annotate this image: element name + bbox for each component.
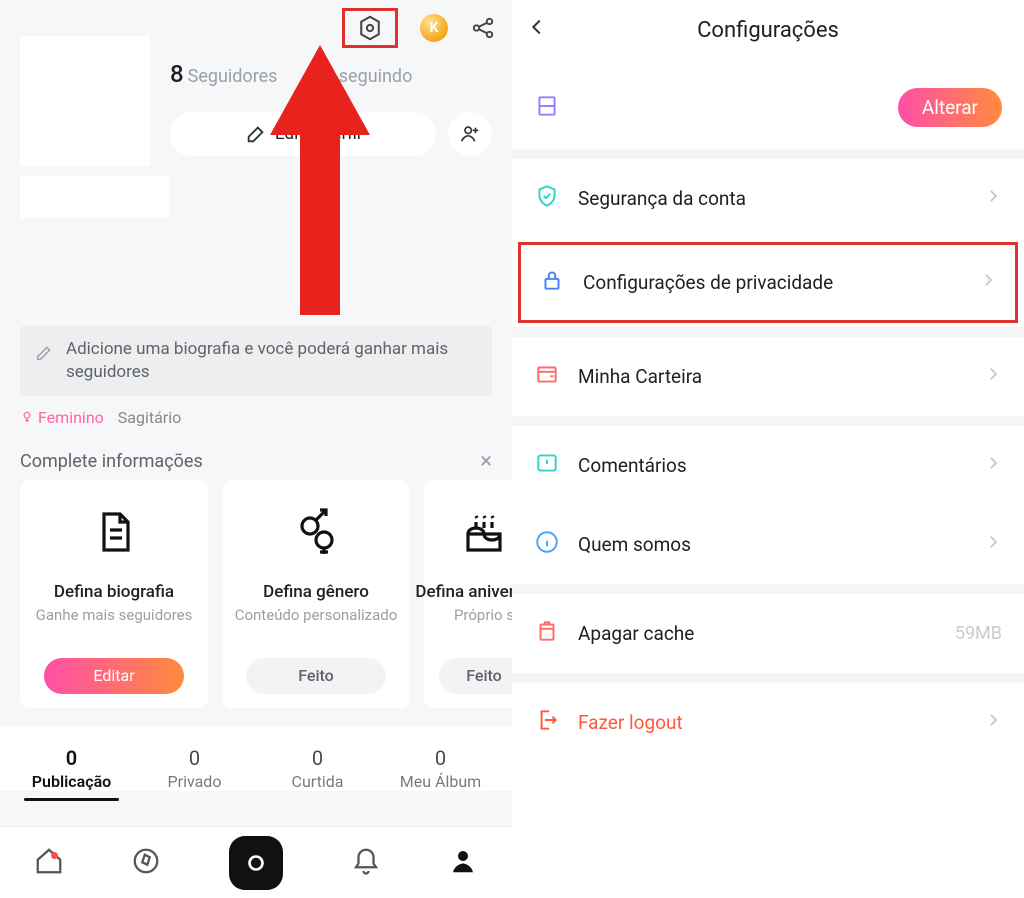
gender-icon — [292, 502, 340, 562]
chevron-right-icon — [984, 187, 1002, 210]
username — [20, 176, 170, 218]
chevron-right-icon — [984, 711, 1002, 734]
comments-icon — [534, 450, 560, 481]
nav-home-icon[interactable] — [34, 846, 64, 880]
lock-icon — [539, 267, 565, 298]
settings-item-logout[interactable]: Fazer logout — [512, 673, 1024, 762]
tab-album[interactable]: 0Meu Álbum — [379, 746, 502, 791]
card-bio: Defina biografia Ganhe mais seguidores E… — [20, 480, 208, 708]
following-stat[interactable]: 10seguindo — [307, 60, 412, 88]
coin-icon[interactable]: K — [420, 14, 448, 42]
shield-icon — [534, 183, 560, 214]
nav-camera-button[interactable] — [229, 836, 283, 890]
complete-info-title: Complete informações — [20, 451, 203, 472]
settings-item-privacy[interactable]: Configurações de privacidade — [521, 245, 1015, 320]
settings-title: Configurações — [697, 18, 839, 43]
settings-item-cache[interactable]: Apagar cache 59MB — [512, 584, 1024, 673]
share-icon[interactable] — [470, 15, 496, 41]
chevron-right-icon — [984, 533, 1002, 556]
bio-hint[interactable]: Adicione uma biografia e você poderá gan… — [20, 326, 492, 396]
logout-icon — [534, 707, 560, 738]
document-icon — [90, 502, 138, 562]
card-birthday-button[interactable]: Feito — [439, 658, 512, 694]
chevron-right-icon — [984, 365, 1002, 388]
settings-item-about[interactable]: Quem somos — [512, 505, 1024, 584]
cake-icon — [460, 502, 508, 562]
settings-highlight-box — [342, 8, 398, 48]
card-gender-button[interactable]: Feito — [246, 658, 386, 694]
settings-item-comments[interactable]: Comentários — [512, 416, 1024, 505]
settings-gear-icon[interactable] — [355, 13, 385, 43]
settings-item-security[interactable]: Segurança da conta — [512, 149, 1024, 238]
followers-stat[interactable]: 8Seguidores — [170, 60, 277, 88]
account-icon — [534, 93, 560, 123]
tab-private[interactable]: 0Privado — [133, 746, 256, 791]
wallet-icon — [534, 361, 560, 392]
tab-liked[interactable]: 0Curtida — [256, 746, 379, 791]
info-icon — [534, 529, 560, 560]
gender-tag: Feminino — [20, 408, 104, 427]
zodiac-tag: Sagitário — [118, 408, 181, 427]
chevron-right-icon — [984, 454, 1002, 477]
nav-explore-icon[interactable] — [131, 846, 161, 880]
nav-notifications-icon[interactable] — [351, 846, 381, 880]
nav-profile-icon[interactable] — [448, 846, 478, 880]
edit-profile-button[interactable]: Editar perfil — [170, 112, 436, 156]
add-friend-button[interactable] — [448, 112, 492, 156]
back-icon[interactable] — [526, 16, 548, 44]
cache-size: 59MB — [955, 623, 1002, 644]
settings-item-wallet[interactable]: Minha Carteira — [512, 327, 1024, 416]
avatar[interactable] — [20, 36, 150, 166]
chevron-right-icon — [979, 271, 997, 294]
card-bio-button[interactable]: Editar — [44, 658, 184, 694]
card-birthday: Defina aniversário Próprio s Feito — [424, 480, 512, 708]
trash-icon — [534, 618, 560, 649]
close-complete-icon[interactable]: × — [480, 449, 492, 474]
card-gender: Defina gênero Conteúdo personalizado Fei… — [222, 480, 410, 708]
privacy-highlight-box: Configurações de privacidade — [518, 242, 1018, 323]
alter-button[interactable]: Alterar — [898, 88, 1002, 127]
tab-posts[interactable]: 0Publicação — [10, 746, 133, 791]
